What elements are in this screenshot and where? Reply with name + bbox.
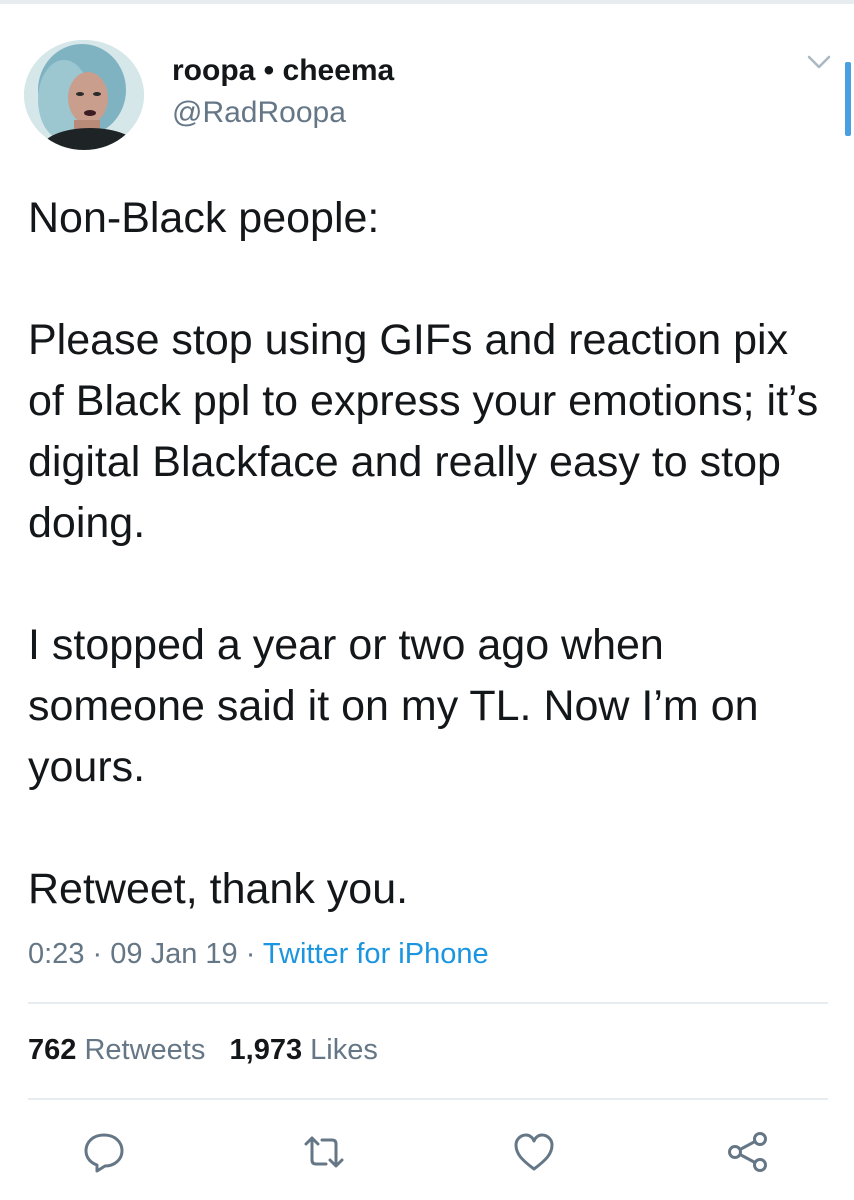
author-handle[interactable]: @RadRoopa <box>172 96 346 130</box>
tweet-paragraph: Retweet, thank you. <box>28 865 409 913</box>
author-display-name[interactable]: roopa • cheema <box>172 54 394 88</box>
tweet-text: Non-Black people: Please stop using GIFs… <box>28 188 828 920</box>
meta-separator: · <box>245 938 256 970</box>
scrollbar-thumb[interactable] <box>845 62 851 136</box>
likes-count: 1,973 <box>229 1034 303 1066</box>
like-icon <box>514 1133 554 1171</box>
chevron-down-icon[interactable] <box>806 52 832 72</box>
retweets-count: 762 <box>28 1034 77 1066</box>
retweets-label: Retweets <box>84 1034 206 1066</box>
reply-icon <box>84 1133 124 1173</box>
likes-label: Likes <box>310 1034 378 1066</box>
tweet-paragraph: Please stop using GIFs and reaction pix … <box>28 316 819 547</box>
top-divider <box>0 0 854 4</box>
reply-button[interactable] <box>82 1130 126 1174</box>
tweet-paragraph: Non-Black people: <box>28 194 380 242</box>
tweet-source-link[interactable]: Twitter for iPhone <box>263 938 489 970</box>
tweet-metadata: 0:23 · 09 Jan 19 · Twitter for iPhone <box>28 938 489 971</box>
retweet-button[interactable] <box>302 1130 346 1174</box>
tweet-stats: 762 Retweets 1,973 Likes <box>28 1034 378 1067</box>
divider <box>28 1002 828 1004</box>
likes-stat[interactable]: 1,973 Likes <box>230 1034 378 1066</box>
share-icon <box>728 1132 767 1172</box>
tweet-date: 09 Jan 19 <box>110 938 238 970</box>
retweets-stat[interactable]: 762 Retweets <box>28 1034 205 1066</box>
avatar[interactable] <box>24 40 144 150</box>
tweet-time: 0:23 <box>28 938 85 970</box>
divider <box>28 1098 828 1100</box>
share-button[interactable] <box>726 1130 770 1174</box>
retweet-icon <box>304 1136 344 1168</box>
tweet-paragraph: I stopped a year or two ago when someone… <box>28 621 759 791</box>
meta-separator: · <box>92 938 103 970</box>
like-button[interactable] <box>512 1130 556 1174</box>
